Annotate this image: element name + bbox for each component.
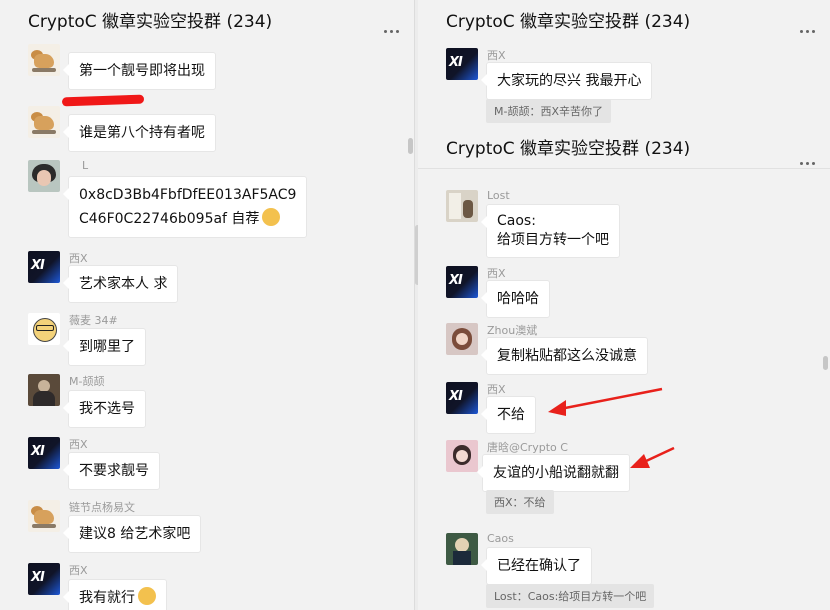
cat-emoji-icon	[262, 208, 281, 226]
annotation-arrows	[548, 387, 675, 468]
sender-name: 西X	[487, 267, 506, 280]
chat-title: CryptoC 徽章实验空投群 (234)	[446, 138, 691, 159]
message-line: Caos:	[497, 213, 536, 229]
arrow-head	[548, 400, 566, 416]
more-icon[interactable]	[384, 18, 402, 33]
avatar[interactable]	[28, 313, 60, 345]
message-bubble[interactable]: Caos: 给项目方转一个吧	[481, 204, 620, 258]
message-bubble[interactable]: 已经在确认了	[481, 547, 592, 585]
sender-name: L	[82, 159, 89, 172]
sender-name: 西X	[69, 252, 88, 265]
message-bubble[interactable]: 大家玩的尽兴 我最开心	[480, 62, 653, 100]
left-chat-pane: CryptoC 徽章实验空投群 (234) 第一个靓号即将出现 谁是第八个持有者…	[0, 0, 415, 610]
avatar[interactable]: XI	[446, 266, 478, 298]
avatar[interactable]	[446, 440, 478, 472]
message-bubble[interactable]: 我不选号	[63, 390, 146, 428]
sender-name: M-颉颉	[69, 375, 105, 388]
right-bottom-chat-window: CryptoC 徽章实验空投群 (234) Lost Caos: 给项目方转一个…	[418, 126, 830, 610]
avatar[interactable]: XI	[446, 382, 478, 414]
avatar[interactable]	[28, 500, 60, 532]
message-bubble[interactable]: 谁是第八个持有者呢	[63, 114, 216, 152]
redaction-mark	[61, 94, 145, 107]
message-bubble[interactable]: 我有就行	[63, 579, 167, 610]
message-line: 给项目方转一个吧	[497, 232, 609, 248]
quoted-reply[interactable]: Lost：Caos:给项目方转一个吧	[486, 584, 655, 608]
avatar[interactable]	[446, 323, 478, 355]
crying-emoji-icon	[138, 587, 156, 605]
chat-title: CryptoC 徽章实验空投群 (234)	[28, 11, 273, 32]
avatar[interactable]: XI	[28, 251, 60, 283]
avatar[interactable]: XI	[28, 563, 60, 595]
avatar[interactable]: XI	[446, 48, 478, 80]
sender-name: Caos	[487, 532, 514, 545]
arrow-line	[643, 446, 675, 464]
scrollbar-thumb[interactable]	[823, 356, 828, 370]
sender-name: 链节点杨易文	[69, 501, 135, 514]
message-text: C46F0C22746b095af 自荐	[79, 211, 260, 227]
sender-name: 薇麦 34#	[69, 314, 118, 327]
avatar[interactable]	[446, 533, 478, 565]
message-bubble[interactable]: 不要求靓号	[63, 452, 160, 490]
message-bubble[interactable]: 到哪里了	[63, 328, 146, 366]
sender-name: 西X	[69, 438, 88, 451]
right-chat-pane: CryptoC 徽章实验空投群 (234) XI 西X 大家玩的尽兴 我最开心 …	[418, 0, 830, 610]
quoted-reply[interactable]: M-颉颉：西X辛苦你了	[486, 99, 611, 123]
message-bubble[interactable]: 建议8 给艺术家吧	[62, 515, 202, 553]
message-bubble[interactable]: 艺术家本人 求	[62, 265, 179, 303]
chat-title: CryptoC 徽章实验空投群 (234)	[446, 11, 691, 32]
avatar[interactable]	[28, 106, 60, 138]
avatar[interactable]: XI	[28, 437, 60, 469]
message-bubble[interactable]: 第一个靓号即将出现	[63, 52, 216, 90]
sender-name: Zhou澳斌	[487, 324, 538, 337]
arrow-line	[559, 387, 663, 411]
message-line: C46F0C22746b095af 自荐	[79, 207, 296, 231]
message-text: 我有就行	[79, 590, 135, 606]
sender-name: 西X	[487, 49, 506, 62]
more-icon[interactable]	[800, 18, 818, 33]
left-chat-header: CryptoC 徽章实验空投群 (234)	[0, 0, 414, 38]
more-icon[interactable]	[800, 150, 818, 165]
message-bubble[interactable]: 复制粘贴都这么没诚意	[481, 337, 648, 375]
right-bottom-chat-header: CryptoC 徽章实验空投群 (234)	[418, 127, 830, 165]
message-bubble[interactable]: 哈哈哈	[481, 280, 550, 318]
arrow-head	[630, 454, 650, 468]
message-bubble[interactable]: 0x8cD3Bb4FbfDfEE013AF5AC9 C46F0C22746b09…	[62, 176, 308, 238]
sender-name: Lost	[487, 189, 510, 202]
message-line: 0x8cD3Bb4FbfDfEE013AF5AC9	[79, 187, 297, 203]
sender-name: 西X	[487, 383, 506, 396]
sender-name: 西X	[69, 564, 88, 577]
scrollbar-thumb[interactable]	[408, 138, 413, 154]
avatar[interactable]	[446, 190, 478, 222]
avatar[interactable]	[28, 160, 60, 192]
avatar[interactable]	[28, 44, 60, 76]
right-top-chat-header: CryptoC 徽章实验空投群 (234)	[418, 0, 830, 38]
header-divider	[418, 168, 830, 169]
avatar[interactable]	[28, 374, 60, 406]
